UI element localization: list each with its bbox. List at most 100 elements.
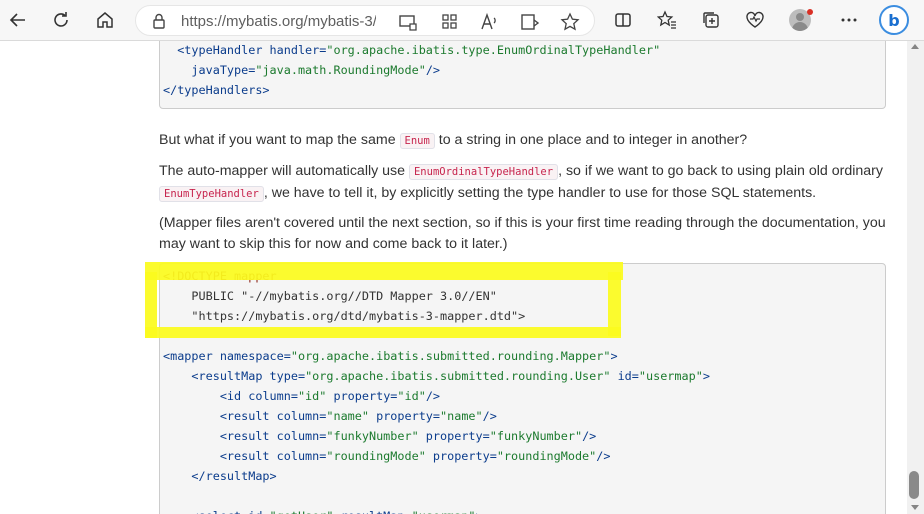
bing-copilot-icon[interactable]: b: [879, 5, 909, 35]
paragraph-mapper-note: (Mapper files aren't covered until the n…: [159, 215, 886, 252]
code-token: />: [425, 63, 441, 77]
code-token: </resultMap>: [163, 469, 277, 483]
code-token: "roundingMode": [326, 449, 426, 463]
browser-essentials-icon[interactable]: [740, 5, 770, 35]
lock-icon[interactable]: [150, 12, 168, 30]
page-content: <typeHandler handler= "org.apache.ibatis.…: [0, 41, 907, 514]
code-token: >: [476, 509, 483, 514]
url-text[interactable]: https://mybatis.org/mybatis-3/c...: [181, 13, 376, 30]
code-token: handler=: [269, 43, 327, 57]
code-line: </typeHandlers>: [163, 80, 885, 100]
code-token: "roundingMode": [496, 449, 597, 463]
code-token: "java.math.RoundingMode": [255, 63, 426, 77]
favorites-icon[interactable]: [652, 5, 682, 35]
address-bar[interactable]: https://mybatis.org/mybatis-3/c...: [135, 5, 595, 36]
code-block-type-handlers: <typeHandler handler="org.apache.ibatis.…: [159, 41, 886, 109]
code-token: >: [610, 349, 618, 363]
code-token: />: [425, 389, 441, 403]
code-line: <id column="id" property="id"/>: [163, 386, 885, 406]
code-token: namespace=: [219, 349, 291, 363]
vertical-scrollbar[interactable]: [907, 41, 924, 514]
apps-icon[interactable]: [440, 12, 460, 32]
code-token: resultMap=: [333, 509, 412, 514]
text-span: , so if we want to go back to using plai…: [558, 163, 883, 179]
paragraph-enum-question: But what if you want to map the same Enu…: [159, 130, 889, 152]
code-token: "org.apache.ibatis.submitted.rounding.Us…: [305, 369, 611, 383]
code-token: </typeHandlers>: [163, 83, 270, 97]
code-token: property=: [418, 429, 490, 443]
immersive-reader-icon[interactable]: [520, 12, 540, 32]
code-token: >: [702, 369, 710, 383]
code-token: id=: [248, 509, 269, 514]
code-line: <typeHandler handler="org.apache.ibatis.…: [163, 41, 885, 60]
browser-toolbar: https://mybatis.org/mybatis-3/c... b: [0, 0, 924, 41]
code-line: <resultMap type="org.apache.ibatis.submi…: [163, 366, 885, 386]
code-token: property=: [368, 409, 441, 423]
home-icon[interactable]: [90, 5, 120, 35]
code-token: "funkyNumber": [489, 429, 583, 443]
code-token: "id": [397, 389, 426, 403]
code-token: column=: [276, 429, 327, 443]
code-block-2: <!DOCTYPE mapper PUBLIC "-//mybatis.org/…: [160, 264, 885, 514]
notification-dot: [807, 9, 813, 15]
code-token: "name": [440, 409, 483, 423]
code-line: <select id="getUser" resultMap="usermap"…: [163, 506, 885, 514]
code-line: <result column="name" property="name"/>: [163, 406, 885, 426]
code-token: column=: [276, 409, 327, 423]
app-available-icon[interactable]: [398, 12, 418, 32]
code-token: <result: [163, 429, 277, 443]
more-menu-icon[interactable]: [834, 5, 864, 35]
inline-code-enum: Enum: [399, 133, 435, 149]
inline-code-enum-ordinal-type-handler: EnumOrdinalTypeHandler: [408, 164, 559, 180]
code-token: "usermap": [412, 509, 476, 514]
paragraph-auto-mapper: The auto-mapper will automatically use E…: [159, 161, 889, 205]
highlight-annotation-bottom: [145, 327, 621, 338]
code-line: PUBLIC "-//mybatis.org//DTD Mapper 3.0//…: [163, 286, 885, 306]
code-line: </resultMap>: [163, 466, 885, 486]
collections-icon[interactable]: [696, 5, 726, 35]
read-aloud-icon[interactable]: [479, 12, 499, 32]
code-line: <result column="roundingMode" property="…: [163, 446, 885, 466]
text-span: to a string in one place and to integer …: [434, 132, 748, 148]
code-token: <result: [163, 409, 277, 423]
scroll-down-arrow-icon[interactable]: [911, 505, 919, 510]
code-token: "id": [297, 389, 327, 403]
code-token: "https://mybatis.org/dtd/mybatis-3-mappe…: [191, 309, 526, 323]
text-span: The auto-mapper will automatically use: [159, 163, 409, 179]
code-token: PUBLIC: [163, 289, 242, 303]
back-icon[interactable]: [3, 5, 33, 35]
code-token: type=: [269, 369, 306, 383]
code-token: <result: [163, 449, 277, 463]
code-token: />: [582, 429, 597, 443]
inline-code-enum-type-handler: EnumTypeHandler: [159, 186, 264, 202]
favorite-star-icon[interactable]: [560, 12, 580, 32]
code-token: column=: [248, 389, 298, 403]
code-line: "https://mybatis.org/dtd/mybatis-3-mappe…: [163, 306, 885, 326]
highlight-annotation-top: [145, 262, 623, 280]
code-token: "usermap": [638, 369, 703, 383]
refresh-icon[interactable]: [46, 5, 76, 35]
code-line: <mapper namespace="org.apache.ibatis.sub…: [163, 346, 885, 366]
text-span: But what if you want to map the same: [159, 132, 400, 148]
code-token: "org.apache.ibatis.submitted.rounding.Ma…: [290, 349, 611, 363]
code-token: />: [596, 449, 611, 463]
code-line: <result column="funkyNumber" property="f…: [163, 426, 885, 446]
code-token: <typeHandler: [163, 43, 270, 57]
code-token: <mapper: [163, 349, 220, 363]
code-token: property=: [326, 389, 398, 403]
split-screen-icon[interactable]: [608, 5, 638, 35]
code-token: <select: [163, 509, 248, 514]
code-token: column=: [276, 449, 327, 463]
scroll-thumb[interactable]: [909, 471, 919, 499]
scroll-up-arrow-icon[interactable]: [911, 44, 919, 49]
code-token: javaType=: [163, 63, 256, 77]
code-token: "funkyNumber": [326, 429, 419, 443]
code-token: id=: [610, 369, 639, 383]
code-token: <resultMap: [163, 369, 270, 383]
code-block-1: <typeHandler handler="org.apache.ibatis.…: [160, 41, 885, 100]
code-token: />: [482, 409, 497, 423]
code-token: "-//mybatis.org//DTD Mapper 3.0//EN": [241, 289, 497, 303]
code-block-mapper: <!DOCTYPE mapper PUBLIC "-//mybatis.org/…: [159, 263, 886, 514]
